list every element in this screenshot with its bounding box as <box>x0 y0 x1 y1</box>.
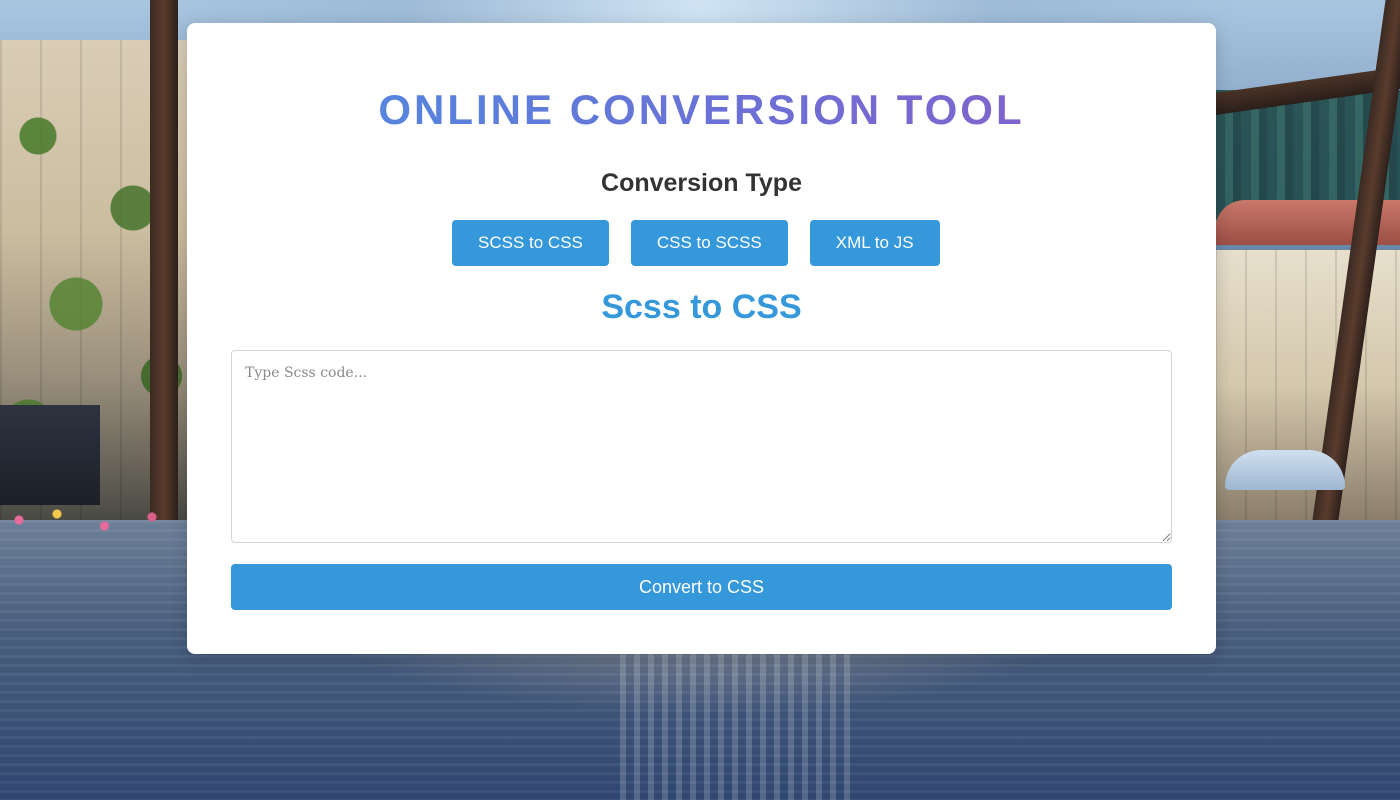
convert-to-css-button[interactable]: Convert to CSS <box>231 564 1172 610</box>
conversion-type-buttons: SCSS to CSS CSS to SCSS XML to JS <box>452 220 940 266</box>
background-building-left <box>0 40 190 520</box>
background-umbrella <box>1225 450 1345 490</box>
background-ivy <box>0 40 190 520</box>
background-roof <box>1215 200 1400 245</box>
background-reflection <box>620 650 850 800</box>
converter-card: ONLINE CONVERSION TOOL Conversion Type S… <box>187 23 1216 654</box>
background-trees <box>1215 90 1400 220</box>
converter-section-title: Scss to CSS <box>601 288 802 326</box>
scss-to-css-button[interactable]: SCSS to CSS <box>452 220 609 266</box>
background-beam-top <box>1215 66 1400 116</box>
background-building-right <box>1215 250 1400 520</box>
background-beam-left <box>150 0 178 520</box>
page-title: ONLINE CONVERSION TOOL <box>187 87 1216 133</box>
xml-to-js-button[interactable]: XML to JS <box>809 220 940 266</box>
background-flowers <box>0 490 190 550</box>
css-to-scss-button[interactable]: CSS to SCSS <box>630 220 788 266</box>
background-door <box>0 405 100 505</box>
conversion-type-heading: Conversion Type <box>601 169 802 197</box>
scss-code-input[interactable] <box>231 350 1172 543</box>
background-beam-right <box>1312 0 1400 520</box>
